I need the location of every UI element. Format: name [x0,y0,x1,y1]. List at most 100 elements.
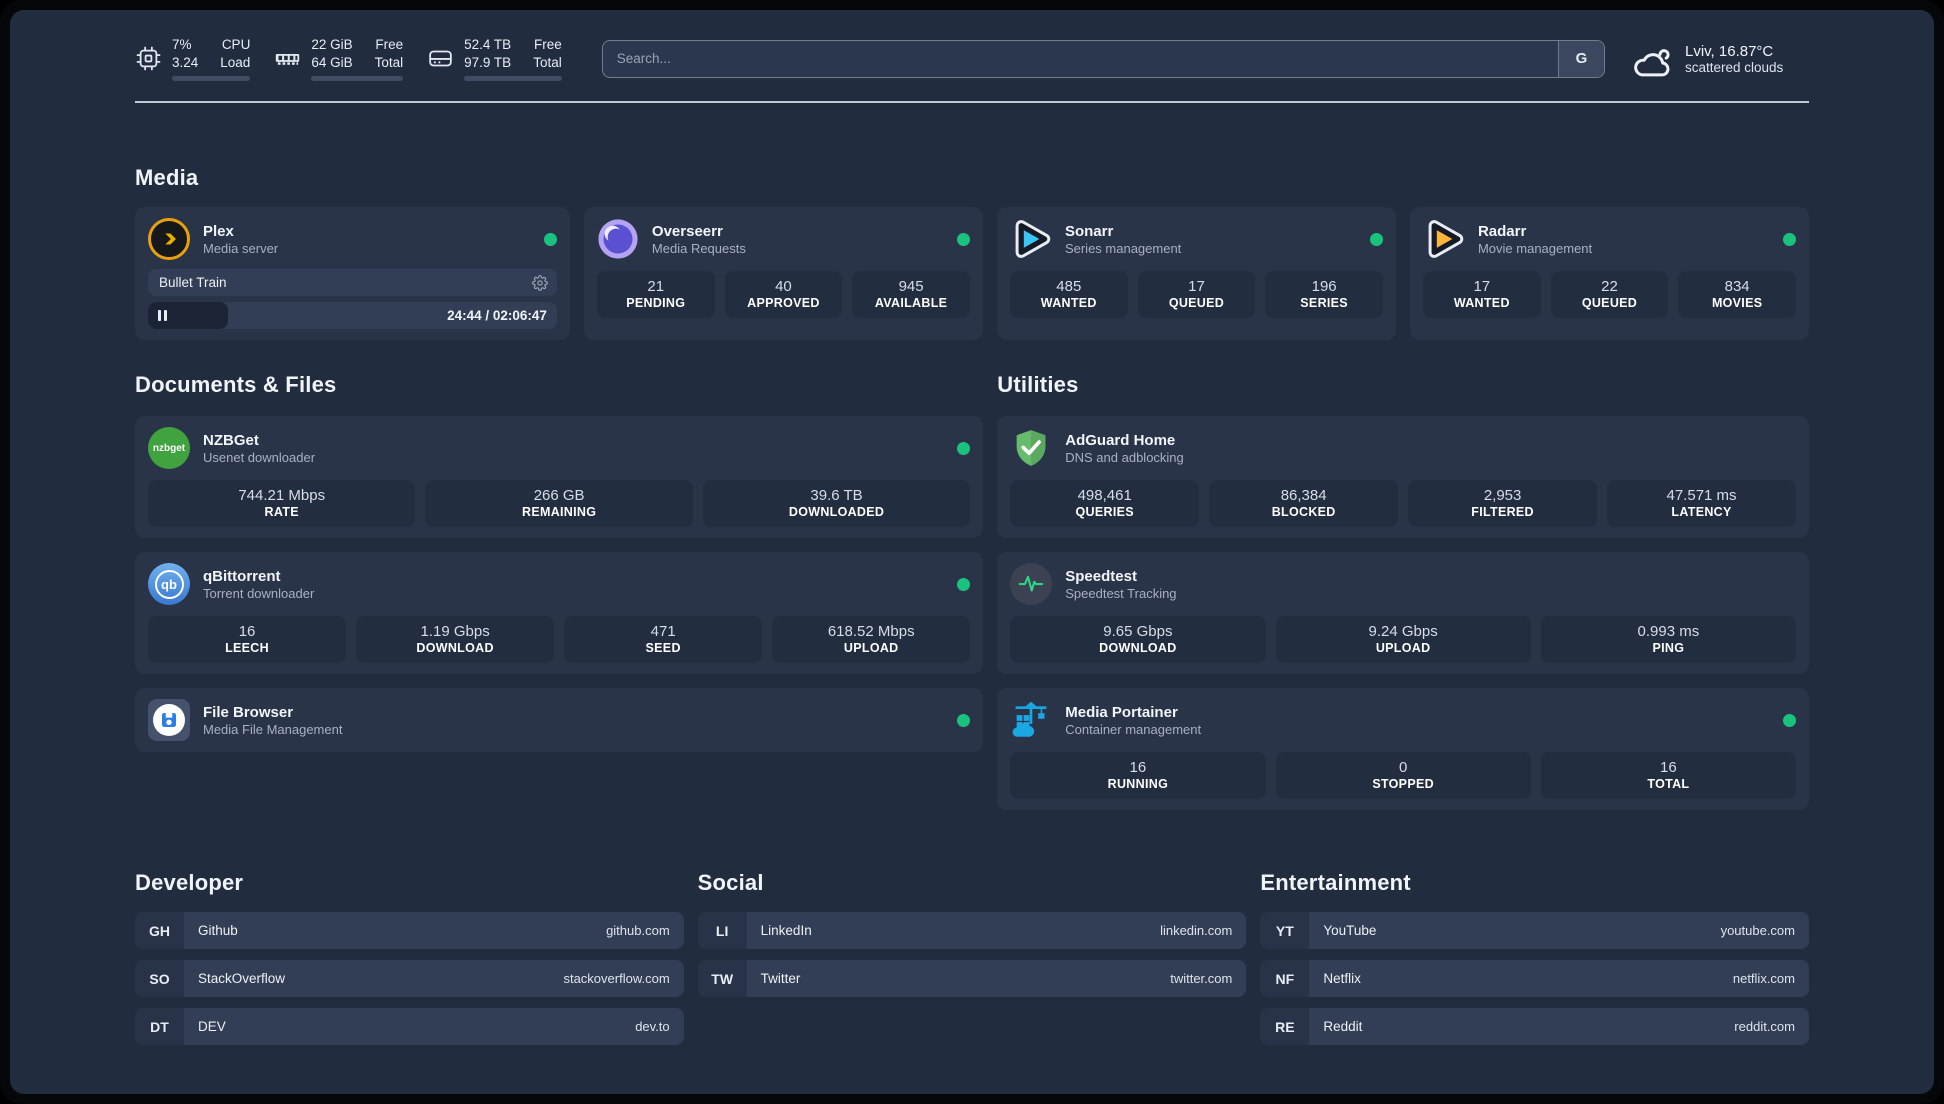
stat-movies: 834 MOVIES [1678,271,1796,319]
link-linkedin[interactable]: LI LinkedIn linkedin.com [697,912,1247,950]
links-section-entertainment: Entertainment YT YouTube youtube.com NF Netfl… [1260,870,1809,1056]
nzbget-icon: nzbget [148,427,190,470]
stat-label: APPROVED [747,296,820,311]
section-utilities: Utilities AdGuard Home DNS and adblocking… [997,372,1809,811]
gear-icon[interactable] [532,274,548,291]
pause-icon[interactable] [158,310,167,322]
app-stats-row: 17 WANTED 22 QUEUED 834 MOVIES [1422,271,1796,319]
cpu-load-value: 3.24 [172,54,199,70]
search-input[interactable] [601,39,1605,78]
social-section-title: Social [697,870,764,896]
link-name: Twitter [760,971,801,987]
stat-remaining: 266 GB REMAINING [425,480,693,528]
nzbget-card[interactable]: nzbget NZBGet Usenet downloader 744.21 Mbps… [135,416,984,539]
plex-card[interactable]: Plex Media server Bullet Train 24:44 / 02:0… [135,207,570,341]
app-subtitle: Container management [1065,721,1202,737]
speedtest-icon [1010,563,1053,606]
stat-series: 196 SERIES [1265,271,1383,319]
stat-wanted: 485 WANTED [1009,271,1128,319]
link-abbr-badge: GH [135,912,184,950]
utilities-section-title: Utilities [997,372,1079,398]
adguard-home-card[interactable]: AdGuard Home DNS and adblocking 498,461 QUE… [997,416,1809,539]
app-subtitle: Torrent downloader [203,585,315,601]
stat-label: PENDING [626,296,686,311]
app-title: File Browser [203,703,294,721]
link-body: StackOverflow stackoverflow.com [184,960,684,998]
status-dot [543,232,557,246]
stat-downloaded: 39.6 TB DOWNLOADED [702,480,971,528]
link-github[interactable]: GH Github github.com [135,912,684,950]
search-engine-button[interactable]: G [1558,40,1604,77]
stat-stopped: 0 STOPPED [1275,752,1531,800]
file-browser-card[interactable]: File Browser Media File Management [135,688,984,753]
player-progress-bar[interactable]: 24:44 / 02:06:47 [148,302,557,330]
stat-seed: 471 SEED [564,616,763,664]
link-youtube[interactable]: YT YouTube youtube.com [1260,912,1809,950]
link-name: Reddit [1323,1019,1363,1035]
system-stats: 7% 3.24 CPU Load 22 GiB 64 GiB Free Tota… [135,36,562,82]
status-dot [1783,232,1796,246]
stat-blocked: 86,384 BLOCKED [1209,480,1399,528]
app-title: AdGuard Home [1065,431,1176,449]
stat-label: SERIES [1300,296,1348,311]
documents-cards: nzbget NZBGet Usenet downloader 744.21 Mbps… [135,416,984,753]
middle-columns: Documents & Files nzbget NZBGet Usenet dow… [135,372,1809,811]
radarr-card[interactable]: Radarr Movie management 17 WANTED 22 QUEUED 83… [1409,207,1809,341]
stat-label: UPLOAD [843,641,899,656]
app-title: Sonarr [1064,222,1114,240]
stat-value: 0.993 ms [1637,623,1700,641]
link-reddit[interactable]: RE Reddit reddit.com [1260,1008,1809,1046]
status-dot [956,232,970,246]
utilities-cards: AdGuard Home DNS and adblocking 498,461 QUE… [997,416,1809,811]
stat-value: 22 [1601,278,1618,296]
link-url: netflix.com [1732,971,1795,987]
app-card-header: File Browser Media File Management [148,699,971,742]
bookmark-sections: Developer GH Github github.com SO StackOverfl… [135,870,1809,1056]
link-url: stackoverflow.com [563,971,670,987]
link-body: Github github.com [184,912,684,950]
link-netflix[interactable]: NF Netflix netflix.com [1260,960,1809,998]
links-section-developer: Developer GH Github github.com SO StackOverfl… [135,870,684,1056]
app-stats-row: 21 PENDING 40 APPROVED 945 AVAILABLE [596,271,970,319]
stat-value: 266 GB [533,487,585,505]
app-card-header: Radarr Movie management [1423,218,1796,260]
stat-value: 17 [1473,278,1491,296]
filebrowser-icon [148,699,190,742]
stat-value: 9.24 Gbps [1368,623,1438,641]
stat-value: 16 [238,623,256,641]
app-subtitle: Media server [203,240,279,256]
media-portainer-card[interactable]: Media Portainer Container management 16 RUN… [997,688,1809,811]
ram-total: 64 GiB [311,54,353,70]
stat-value: 39.6 TB [810,487,863,505]
link-twitter[interactable]: TW Twitter twitter.com [697,960,1247,998]
app-subtitle: Usenet downloader [203,449,316,465]
qbittorrent-card[interactable]: qb qBittorrent Torrent downloader 16 LEECH 1.… [135,552,984,675]
link-body: Twitter twitter.com [746,960,1247,998]
weather-condition: scattered clouds [1685,59,1784,75]
link-dev[interactable]: DT DEV dev.to [135,1008,684,1046]
stat-available: 945 AVAILABLE [852,271,970,319]
overseerr-card[interactable]: Overseerr Media Requests 21 PENDING 40 APPROV… [583,207,983,341]
app-subtitle: DNS and adblocking [1065,449,1184,465]
stat-label: LEECH [225,641,269,656]
stat-total: 16 TOTAL [1540,752,1796,800]
links-section-social: Social LI LinkedIn linkedin.com TW Twitter twi… [697,870,1247,1008]
link-name: YouTube [1323,923,1377,939]
stat-value: 40 [775,278,792,296]
speedtest-card[interactable]: Speedtest Speedtest Tracking 9.65 Gbps DOWN… [997,552,1809,675]
app-subtitle: Movie management [1477,240,1593,256]
link-url: youtube.com [1720,923,1795,939]
stat-label: QUEUED [1168,296,1225,311]
sonarr-card[interactable]: Sonarr Series management 485 WANTED 17 QUEUED… [996,207,1396,341]
link-stackoverflow[interactable]: SO StackOverflow stackoverflow.com [135,960,684,998]
link-body: Netflix netflix.com [1309,960,1809,998]
stat-filtered: 2,953 FILTERED [1408,480,1598,528]
stat-value: 16 [1129,759,1147,777]
stat-label: UPLOAD [1375,641,1431,656]
header-divider [135,101,1809,104]
stat-value: 744.21 Mbps [238,487,326,505]
link-name: LinkedIn [760,923,812,939]
stat-latency: 47.571 ms LATENCY [1607,480,1796,528]
stat-rate: 744.21 Mbps RATE [148,480,416,528]
disk-free: 52.4 TB [464,37,512,52]
